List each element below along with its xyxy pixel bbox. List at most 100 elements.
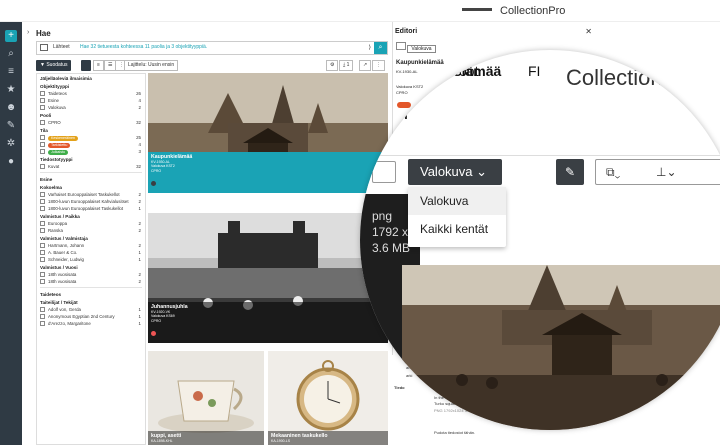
facet-option[interactable]: 1800-luvun Eurooppalaiset Kahvialusitset… [37, 198, 145, 205]
facet-option[interactable]: Kuvat 32 [37, 163, 145, 170]
facet-group-title: Valmistus / Vuosi [40, 265, 78, 270]
download-button[interactable]: ⤓ 1 [339, 60, 354, 71]
checkbox[interactable] [40, 314, 45, 319]
checkbox[interactable] [40, 206, 45, 211]
type-dropdown: Valokuva Kaikki kentät [408, 187, 506, 247]
facet-option[interactable]: Eurooppa 2 [37, 220, 145, 227]
copy-icon[interactable]: ⧉⌄ [606, 165, 620, 180]
facet-group-title: Valmistus / Valmistaja [40, 236, 88, 241]
star-icon[interactable]: ★ [5, 84, 17, 96]
facet-option[interactable]: 1800-luvun Eurooppalaiset Taskukellot 1 [37, 205, 145, 212]
dropdown-option[interactable]: Kaikki kentät [408, 215, 506, 243]
facet-label: Varhaiset Eurooppalaiset Taskukellot [48, 192, 120, 197]
facet-option[interactable]: Julkaistu 3 [37, 148, 145, 155]
list-icon[interactable]: ≡ [5, 66, 17, 78]
image-icon[interactable] [396, 42, 406, 50]
facet-option[interactable]: Tarkistettu 4 [37, 141, 145, 148]
zoom-lang[interactable]: FI [528, 63, 540, 79]
image-icon[interactable] [372, 161, 396, 183]
checkbox[interactable] [40, 321, 45, 326]
facet-option[interactable]: 18th vuosisata 2 [37, 271, 145, 278]
facet-option[interactable]: Taideteos 26 [37, 90, 145, 97]
facet-option[interactable]: d'Arezzo, Margaritone 1 [37, 320, 145, 327]
facet-count: 26 [136, 91, 141, 96]
more-menu-icon[interactable]: ⋮ [372, 60, 385, 71]
dropdown-option[interactable]: Valokuva [408, 187, 506, 215]
search-icon[interactable]: ⌕ [5, 48, 17, 60]
facet-count: 1 [138, 314, 141, 319]
users-icon[interactable]: ☻ [5, 102, 17, 114]
checkbox[interactable] [40, 307, 45, 312]
pin-icon[interactable]: ⊥⌄ [656, 165, 677, 179]
wrench-icon[interactable]: ✎ [5, 120, 17, 132]
checkbox[interactable] [40, 98, 45, 103]
facet-option[interactable]: Valokuva 2 [37, 104, 145, 111]
list-view-icon[interactable]: ≡ [93, 60, 104, 71]
type-select-label: Valokuva [420, 164, 473, 179]
result-card[interactable]: Kaupunkielämää KV-1930-AL Valokuva KST2 … [148, 73, 388, 193]
facet-option[interactable]: Ranska 2 [37, 227, 145, 234]
checkbox[interactable] [40, 243, 45, 248]
divider [40, 172, 142, 173]
chevron-right-icon[interactable]: › [27, 29, 29, 36]
facet-label: A. Bauer & Co. [48, 250, 78, 255]
checkbox[interactable] [40, 135, 45, 140]
checkbox[interactable] [40, 199, 45, 204]
facet-option[interactable]: Keskeneräinen 25 [37, 134, 145, 141]
search-button[interactable]: ⌕ [374, 42, 387, 54]
facet-count: 1 [138, 321, 141, 326]
facet-count: 3 [138, 149, 141, 154]
facet-option[interactable]: Varhaiset Eurooppalaiset Taskukellot 2 [37, 191, 145, 198]
settings-icon[interactable]: ⚙ [326, 60, 339, 71]
edit-icon[interactable]: ✎ [556, 159, 584, 185]
facet-count: 2 [138, 243, 141, 248]
facet-group-title: Valmistus / Paikka [40, 214, 80, 219]
facet-option[interactable]: 18th vuosisata 2 [37, 278, 145, 285]
checkbox[interactable] [40, 250, 45, 255]
dropzone-label[interactable]: Pudota tiedostot tähän. [434, 430, 475, 435]
type-select[interactable]: Valokuva ⌄ [408, 159, 502, 185]
add-icon[interactable]: + [5, 30, 17, 42]
filter-button[interactable]: ▼ Suodatus [36, 60, 72, 71]
scope-select[interactable]: Lähteet [53, 44, 70, 50]
menu-icon[interactable] [462, 8, 492, 11]
checkbox[interactable] [40, 257, 45, 262]
facet-option[interactable]: Schneider, Ludwig 1 [37, 256, 145, 263]
checkbox[interactable] [40, 142, 45, 147]
facet-label: d'Arezzo, Margaritone [48, 321, 91, 326]
type-select-small[interactable]: Valokuva [407, 45, 436, 53]
grid-view-icon[interactable] [81, 60, 91, 71]
facet-option[interactable]: Esine 4 [37, 97, 145, 104]
close-icon[interactable]: ✕ [585, 27, 592, 36]
facet-group-title: Tila [40, 128, 48, 133]
checkbox[interactable] [40, 221, 45, 226]
checkbox[interactable] [40, 105, 45, 110]
checkbox[interactable] [40, 164, 45, 169]
sort-select[interactable]: Lajittelu: Uusin ensin [124, 60, 179, 71]
checkbox[interactable] [40, 228, 45, 233]
chevron-down-icon: ⌄ [476, 164, 488, 179]
result-card[interactable]: kuppi, asetti KA-1898-KHL [148, 351, 264, 445]
result-card[interactable]: Juhannusjuhla KV-1920-VK Valokuva KS69 C… [148, 213, 388, 343]
facet-option[interactable]: Anonymous Egyptian 2nd Century 1 [37, 313, 145, 320]
card-caption: Juhannusjuhla KV-1920-VK Valokuva KS69 C… [148, 301, 388, 343]
checkbox[interactable] [40, 91, 45, 96]
result-card[interactable]: Mekaaninen taskukello KA-1900-LS [268, 351, 388, 445]
gear-icon[interactable]: ✲ [5, 138, 17, 150]
facet-option[interactable]: CPRO 32 [37, 119, 145, 126]
code-icon[interactable]: ⟩ [369, 44, 371, 51]
download-count: 1 [346, 62, 350, 68]
facet-option[interactable]: Adolf von, Gerda 1 [37, 306, 145, 313]
share-icon[interactable]: ↗ [359, 60, 372, 71]
checkbox[interactable] [40, 272, 45, 277]
info-icon[interactable]: ● [5, 156, 17, 168]
checkbox[interactable] [40, 279, 45, 284]
facet-option[interactable]: Hartmann, Johann 2 [37, 242, 145, 249]
checkbox[interactable] [40, 192, 45, 197]
facet-option[interactable]: A. Bauer & Co. 1 [37, 249, 145, 256]
checkbox[interactable] [40, 149, 45, 154]
facet-heading: Taideteos [40, 292, 62, 297]
search-bar[interactable]: Lähteet Hae 32 tietueesta kohteessa 11 p… [36, 41, 388, 55]
checkbox[interactable] [40, 120, 45, 125]
scope-icon [40, 44, 48, 51]
